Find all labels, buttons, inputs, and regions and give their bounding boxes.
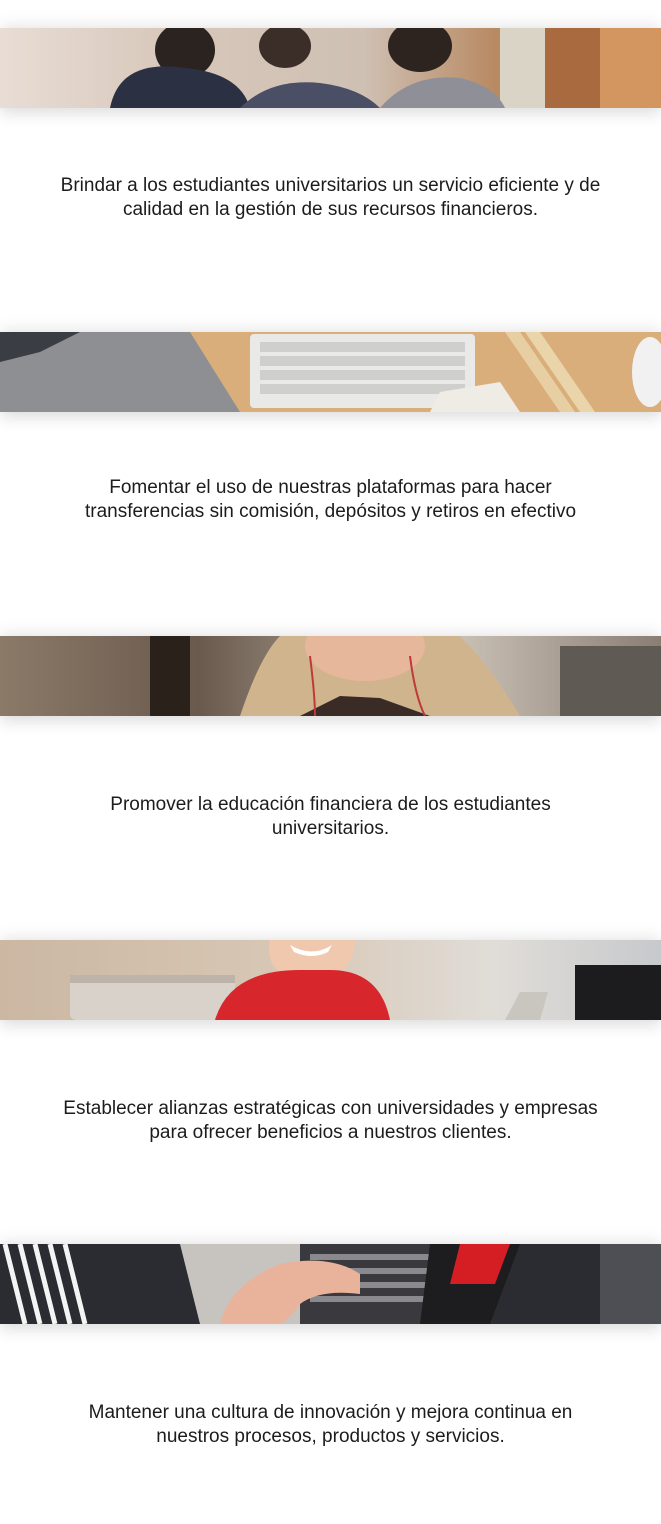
- objective-text-5: Mantener una cultura de innovación y mej…: [88, 1402, 573, 1447]
- objectives-page: Brindar a los estudiantes universitarios…: [0, 0, 661, 1524]
- objective-text-3: Promover la educación financiera de los …: [110, 794, 551, 839]
- banner-image-woman-red-sweater: [0, 940, 661, 1020]
- banner-image-desk-keyboard: [0, 332, 661, 412]
- banner-image-students: [0, 28, 661, 108]
- banner-image-woman-headphones: [0, 636, 661, 716]
- banner-image-laptop-typing: [0, 1244, 661, 1324]
- objective-text-1: Brindar a los estudiantes universitarios…: [60, 175, 601, 220]
- objective-text-2: Fomentar el uso de nuestras plataformas …: [84, 477, 577, 522]
- objective-text-4: Establecer alianzas estratégicas con uni…: [63, 1098, 598, 1143]
